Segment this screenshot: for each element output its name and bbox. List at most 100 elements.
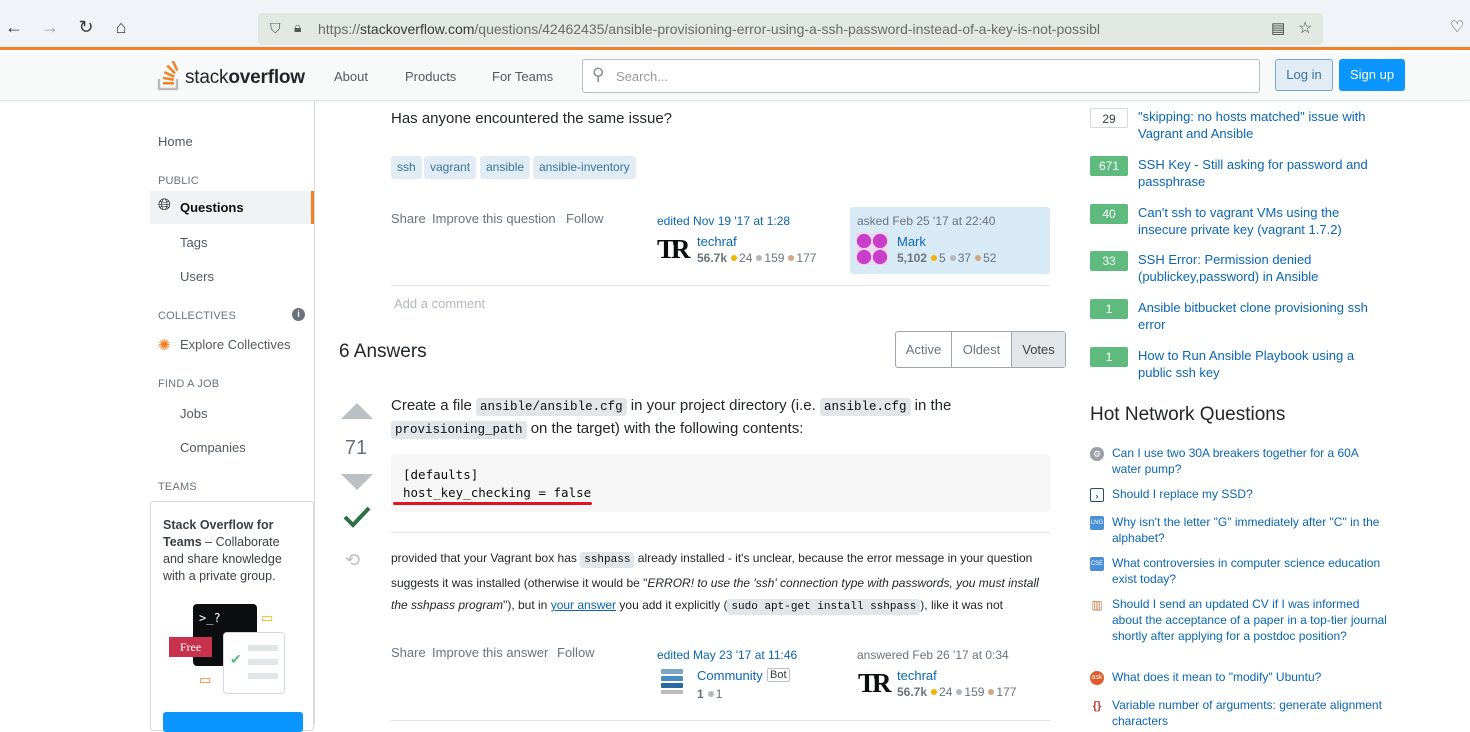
hnq-link[interactable]: Should I send an updated CV if I was inf…: [1112, 596, 1387, 644]
related-score: 1: [1090, 299, 1128, 319]
answer-editor-signature: edited May 23 '17 at 11:46 Community Bot…: [651, 641, 841, 708]
search-input[interactable]: ⚲ Search...: [582, 59, 1260, 93]
related-question-link[interactable]: SSH Error: Permission denied (publickey,…: [1138, 251, 1383, 285]
answer-sort-tabs: Active Oldest Votes: [895, 331, 1066, 368]
site-logo[interactable]: stackoverflow: [157, 60, 305, 91]
sort-active-button[interactable]: Active: [896, 332, 952, 367]
answer-share-link[interactable]: Share: [391, 645, 426, 660]
related-question-link[interactable]: How to Run Ansible Playbook using a publ…: [1138, 347, 1383, 381]
stackoverflow-logo-icon: [157, 60, 179, 91]
sidebar-heading-teams: TEAMS: [158, 481, 197, 493]
home-icon[interactable]: ⌂: [111, 17, 131, 37]
sidebar-item-questions[interactable]: 🌐︎ Questions: [150, 191, 314, 224]
speech-bubble-icon: ▭: [199, 672, 212, 687]
search-icon: ⚲: [592, 65, 605, 84]
lock-icon[interactable]: 🔒︎: [294, 19, 301, 36]
question-follow-link[interactable]: Follow: [566, 211, 604, 226]
user-reputation: 56.7k 24 159 177: [697, 251, 817, 265]
avatar[interactable]: [661, 669, 683, 695]
back-arrow-icon[interactable]: ←: [4, 17, 24, 37]
login-button[interactable]: Log in: [1275, 59, 1333, 91]
divider: [391, 532, 1050, 533]
logo-wordmark: stackoverflow: [185, 67, 305, 88]
related-question-link[interactable]: Ansible bitbucket clone provisioning ssh…: [1138, 299, 1383, 333]
site-header: stackoverflow About Products For Teams ⚲…: [0, 53, 1470, 101]
answer-owner-signature: answered Feb 26 '17 at 0:34 TR techraf 5…: [850, 641, 1050, 708]
sidebar-heading-collectives: COLLECTIVES: [158, 310, 237, 322]
forward-arrow-icon[interactable]: →: [40, 17, 60, 37]
nav-about[interactable]: About: [334, 69, 368, 84]
red-underline-annotation: [393, 502, 592, 505]
your-answer-link[interactable]: your answer: [551, 598, 616, 612]
sidebar-item-jobs[interactable]: Jobs: [180, 406, 207, 421]
add-comment-link[interactable]: Add a comment: [394, 296, 485, 311]
avatar[interactable]: [856, 233, 888, 265]
hnq-link[interactable]: Variable number of arguments: generate a…: [1112, 697, 1387, 729]
user-name-link[interactable]: Community: [697, 668, 763, 683]
edited-timestamp-link[interactable]: edited May 23 '17 at 11:46: [657, 648, 797, 662]
tag-vagrant[interactable]: vagrant: [424, 156, 477, 179]
avatar[interactable]: TR: [657, 234, 691, 266]
inline-code: sudo apt-get install sshpass: [727, 599, 921, 615]
pocket-icon[interactable]: ♡: [1450, 17, 1464, 37]
related-score: 40: [1090, 204, 1128, 224]
sidebar-item-users[interactable]: Users: [180, 269, 214, 284]
reload-icon[interactable]: ↻: [76, 17, 96, 37]
cseducators-icon: CSE: [1090, 557, 1104, 571]
academia-icon: ▥: [1090, 598, 1104, 612]
sidebar-item-tags[interactable]: Tags: [180, 235, 207, 250]
tag-ssh[interactable]: ssh: [391, 156, 422, 179]
divider: [391, 285, 1050, 286]
hnq-link[interactable]: Should I replace my SSD?: [1112, 486, 1387, 502]
edited-timestamp-link[interactable]: edited Nov 19 '17 at 1:28: [657, 214, 790, 228]
hnq-link[interactable]: What controversies in computer science e…: [1112, 555, 1387, 587]
related-question-link[interactable]: SSH Key - Still asking for password and …: [1138, 156, 1383, 190]
sort-oldest-button[interactable]: Oldest: [952, 332, 1012, 367]
teams-cta-button[interactable]: [163, 712, 303, 732]
user-reputation: 56.7k 24 159 177: [897, 685, 1017, 699]
nav-for-teams[interactable]: For Teams: [492, 69, 553, 84]
signup-button[interactable]: Sign up: [1339, 59, 1405, 91]
hnq-link[interactable]: Why isn't the letter "G" immediately aft…: [1112, 514, 1387, 546]
upvote-arrow-icon[interactable]: [340, 402, 374, 420]
user-name-link[interactable]: techraf: [697, 234, 737, 249]
code-line: host_key_checking = false: [403, 485, 592, 500]
sidebar-item-explore-collectives[interactable]: Explore Collectives: [180, 337, 291, 352]
reader-view-icon[interactable]: ▤: [1271, 19, 1285, 37]
sort-votes-button[interactable]: Votes: [1012, 332, 1065, 367]
check-icon: ✔: [230, 651, 242, 667]
sidebar-item-home[interactable]: Home: [158, 134, 193, 149]
question-share-link[interactable]: Share: [391, 211, 426, 226]
downvote-arrow-icon[interactable]: [340, 473, 374, 491]
inline-code: provisioning_path: [391, 421, 527, 439]
info-icon[interactable]: i: [292, 308, 305, 321]
nav-products[interactable]: Products: [405, 69, 456, 84]
tag-ansible-inventory[interactable]: ansible-inventory: [533, 156, 636, 179]
terminal-prompt: >_?: [199, 611, 221, 625]
avatar[interactable]: TR: [858, 668, 892, 700]
user-name-link[interactable]: techraf: [897, 668, 937, 683]
sidebar-item-companies[interactable]: Companies: [180, 440, 246, 455]
answer-follow-link[interactable]: Follow: [557, 645, 595, 660]
shield-icon[interactable]: ⛉: [270, 20, 281, 37]
hnq-link[interactable]: Can I use two 30A breakers together for …: [1112, 445, 1387, 477]
accepted-check-icon: [343, 506, 371, 528]
related-question-link[interactable]: Can't ssh to vagrant VMs using the insec…: [1138, 204, 1383, 238]
history-icon[interactable]: ⟲: [345, 550, 360, 571]
speech-bubble-icon: ▭: [261, 610, 274, 625]
address-bar[interactable]: ⛉ 🔒︎ https://stackoverflow.com/questions…: [258, 13, 1323, 45]
url-text[interactable]: https://stackoverflow.com/questions/4246…: [318, 21, 1100, 37]
askubuntu-icon: ask: [1090, 671, 1104, 685]
user-name-link[interactable]: Mark: [897, 234, 926, 249]
inline-code: ansible.cfg: [819, 398, 911, 416]
inline-code: ansible/ansible.cfg: [476, 398, 627, 416]
bookmark-star-icon[interactable]: ☆: [1298, 18, 1312, 38]
related-score: 671: [1090, 156, 1128, 176]
related-question-link[interactable]: "skipping: no hosts matched" issue with …: [1138, 108, 1383, 142]
answer-improve-link[interactable]: Improve this answer: [432, 645, 548, 660]
hnq-link[interactable]: What does it mean to "modify" Ubuntu?: [1112, 669, 1387, 685]
free-badge: Free: [169, 637, 212, 657]
question-improve-link[interactable]: Improve this question: [432, 211, 556, 226]
teams-promo-text: Stack Overflow for Teams – Collaborate a…: [163, 518, 282, 583]
tag-ansible[interactable]: ansible: [480, 156, 531, 179]
